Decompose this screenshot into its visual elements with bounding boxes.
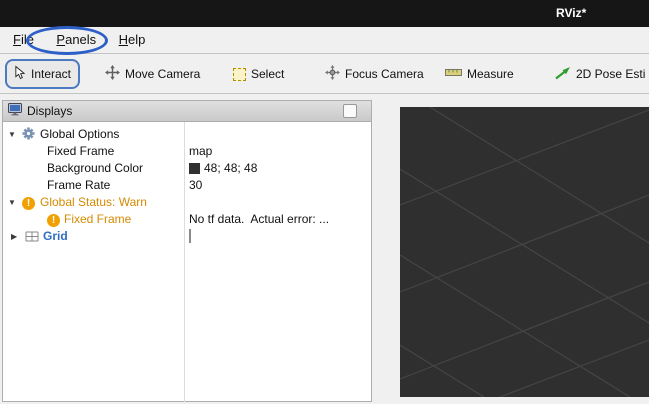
displays-panel: Displays ▼ Global Options Fixed Frame ma… bbox=[2, 100, 372, 402]
tree-row-fixed-frame-status[interactable]: ! Fixed Frame No tf data. Actual error: … bbox=[3, 211, 371, 228]
tree-row-global-options[interactable]: ▼ Global Options bbox=[3, 126, 371, 143]
tool-label: Select bbox=[251, 67, 284, 81]
property-name: Global Options bbox=[40, 127, 119, 141]
property-name: Background Color bbox=[47, 161, 143, 175]
tool-button-interact[interactable]: Interact bbox=[5, 59, 80, 89]
displays-panel-header: Displays bbox=[3, 101, 371, 122]
tool-label: 2D Pose Esti bbox=[576, 67, 645, 81]
tree-row-global-status[interactable]: ▼ ! Global Status: Warn bbox=[3, 194, 371, 211]
tool-button-measure[interactable]: Measure bbox=[438, 59, 521, 89]
tree-row-background-color[interactable]: Background Color 48; 48; 48 bbox=[3, 160, 371, 177]
tool-button-select[interactable]: Select bbox=[226, 59, 291, 89]
move-arrows-icon bbox=[105, 65, 120, 83]
tool-label: Measure bbox=[467, 67, 514, 81]
menu-item-help[interactable]: Help bbox=[110, 27, 155, 53]
property-name: Fixed Frame bbox=[47, 144, 114, 158]
tool-button-focus-camera[interactable]: Focus Camera bbox=[318, 59, 431, 89]
warning-icon: ! bbox=[22, 195, 35, 210]
focus-crosshair-icon bbox=[325, 65, 340, 83]
window-title: RViz* bbox=[556, 6, 586, 20]
enabled-checkbox-cell bbox=[189, 229, 191, 243]
property-value[interactable]: map bbox=[189, 144, 212, 158]
property-value: No tf data. Actual error: ... bbox=[189, 212, 329, 226]
gear-icon bbox=[22, 127, 35, 143]
displays-panel-title: Displays bbox=[27, 104, 72, 118]
color-value-text: 48; 48; 48 bbox=[204, 161, 257, 175]
tree-row-fixed-frame[interactable]: Fixed Frame map bbox=[3, 143, 371, 160]
expander-closed-icon[interactable]: ▶ bbox=[11, 232, 17, 241]
property-name: Frame Rate bbox=[47, 178, 110, 192]
rviz-window: RViz* File Panels Help Interact Move Cam… bbox=[0, 0, 649, 404]
grid-icon bbox=[25, 231, 39, 245]
expander-open-icon[interactable]: ▼ bbox=[8, 130, 16, 139]
interact-cursor-icon bbox=[14, 65, 26, 83]
ruler-icon bbox=[445, 67, 462, 81]
displays-tree: ▼ Global Options Fixed Frame map Backgro… bbox=[3, 122, 371, 402]
tree-row-frame-rate[interactable]: Frame Rate 30 bbox=[3, 177, 371, 194]
title-bar: RViz* bbox=[0, 0, 649, 27]
tool-label: Interact bbox=[31, 67, 71, 81]
displays-panel-collapse-button[interactable] bbox=[343, 104, 357, 118]
display-name: Grid bbox=[43, 229, 68, 243]
menu-bar: File Panels Help bbox=[0, 27, 649, 54]
menu-item-panels[interactable]: Panels bbox=[47, 27, 105, 53]
property-name: Fixed Frame bbox=[64, 212, 131, 226]
tool-label: Move Camera bbox=[125, 67, 200, 81]
property-value[interactable]: 30 bbox=[189, 178, 202, 192]
render-viewport[interactable] bbox=[400, 107, 649, 397]
tool-button-2d-pose-estimate[interactable]: 2D Pose Esti bbox=[548, 59, 649, 89]
tree-row-grid[interactable]: ▶ Grid bbox=[3, 228, 371, 245]
monitor-icon bbox=[8, 103, 22, 119]
green-arrow-icon bbox=[555, 66, 571, 83]
menu-item-file[interactable]: File bbox=[4, 27, 43, 53]
viewport-grid bbox=[400, 107, 649, 397]
tool-bar: Interact Move Camera Select Focus Camera… bbox=[0, 55, 649, 94]
expander-open-icon[interactable]: ▼ bbox=[8, 198, 16, 207]
selection-box-icon bbox=[233, 68, 246, 81]
tool-label: Focus Camera bbox=[345, 67, 424, 81]
warning-icon: ! bbox=[47, 212, 60, 227]
enabled-checkbox[interactable] bbox=[189, 229, 191, 243]
property-value[interactable]: 48; 48; 48 bbox=[189, 161, 257, 175]
color-swatch bbox=[189, 163, 200, 174]
property-name: Global Status: Warn bbox=[40, 195, 147, 209]
tool-button-move-camera[interactable]: Move Camera bbox=[98, 59, 207, 89]
